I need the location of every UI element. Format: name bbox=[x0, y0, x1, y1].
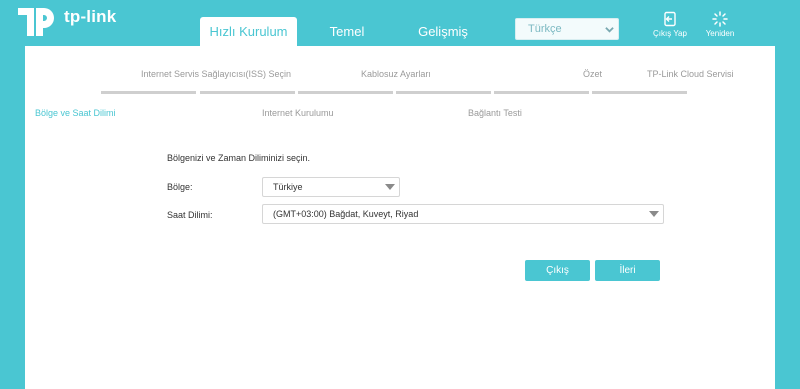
timezone-value: (GMT+03:00) Bağdat, Kuveyt, Riyad bbox=[273, 209, 419, 219]
substep-connection-test: Bağlantı Testi bbox=[468, 108, 522, 118]
brand-name: tp-link bbox=[64, 7, 117, 26]
step-isp: Internet Servis Sağlayıcısı(ISS) Seçin bbox=[141, 69, 292, 79]
content-panel: Internet Servis Sağlayıcısı(ISS) Seçin K… bbox=[25, 46, 775, 389]
tab-quick-setup[interactable]: Hızlı Kurulum bbox=[200, 17, 297, 46]
language-select[interactable]: Türkçe bbox=[515, 18, 619, 40]
step-wireless: Kablosuz Ayarları bbox=[361, 69, 431, 79]
language-selected: Türkçe bbox=[528, 23, 562, 35]
step-cloud: TP-Link Cloud Servisi bbox=[647, 69, 734, 79]
dropdown-arrow-icon bbox=[385, 184, 395, 190]
reboot-button[interactable]: Yeniden bbox=[698, 11, 742, 38]
step-bar bbox=[298, 91, 393, 94]
exit-button[interactable]: Çıkış bbox=[525, 260, 590, 281]
region-label: Bölge: bbox=[167, 182, 193, 192]
logo bbox=[12, 2, 60, 42]
logout-label: Çıkış Yap bbox=[653, 29, 687, 38]
step-bar bbox=[396, 91, 491, 94]
next-button[interactable]: İleri bbox=[595, 260, 660, 281]
reboot-label: Yeniden bbox=[705, 29, 735, 38]
step-summary: Özet bbox=[583, 69, 603, 79]
substep-internet-setup: Internet Kurulumu bbox=[262, 108, 334, 118]
logout-icon bbox=[664, 11, 676, 27]
logout-button[interactable]: Çıkış Yap bbox=[648, 11, 692, 38]
step-bar bbox=[592, 91, 687, 94]
step-bar bbox=[494, 91, 589, 94]
tp-link-logo-icon bbox=[18, 8, 54, 36]
step-bar bbox=[101, 91, 196, 94]
timezone-label: Saat Dilimi: bbox=[167, 210, 213, 220]
timezone-select[interactable]: (GMT+03:00) Bağdat, Kuveyt, Riyad bbox=[262, 204, 664, 224]
step-bar bbox=[200, 91, 295, 94]
tab-basic[interactable]: Temel bbox=[318, 18, 376, 46]
form-intro: Bölgenizi ve Zaman Diliminizi seçin. bbox=[167, 153, 311, 163]
dropdown-arrow-icon bbox=[649, 211, 659, 217]
header: tp-link Hızlı Kurulum Temel Gelişmiş Tür… bbox=[0, 0, 800, 46]
region-select[interactable]: Türkiye bbox=[262, 177, 400, 197]
region-value: Türkiye bbox=[273, 182, 303, 192]
chevron-down-icon bbox=[605, 27, 614, 33]
wizard-steps: Internet Servis Sağlayıcısı(ISS) Seçin K… bbox=[25, 46, 775, 96]
tab-advanced[interactable]: Gelişmiş bbox=[408, 18, 478, 46]
substep-region-timezone: Bölge ve Saat Dilimi bbox=[35, 108, 116, 118]
reboot-icon bbox=[712, 11, 728, 27]
